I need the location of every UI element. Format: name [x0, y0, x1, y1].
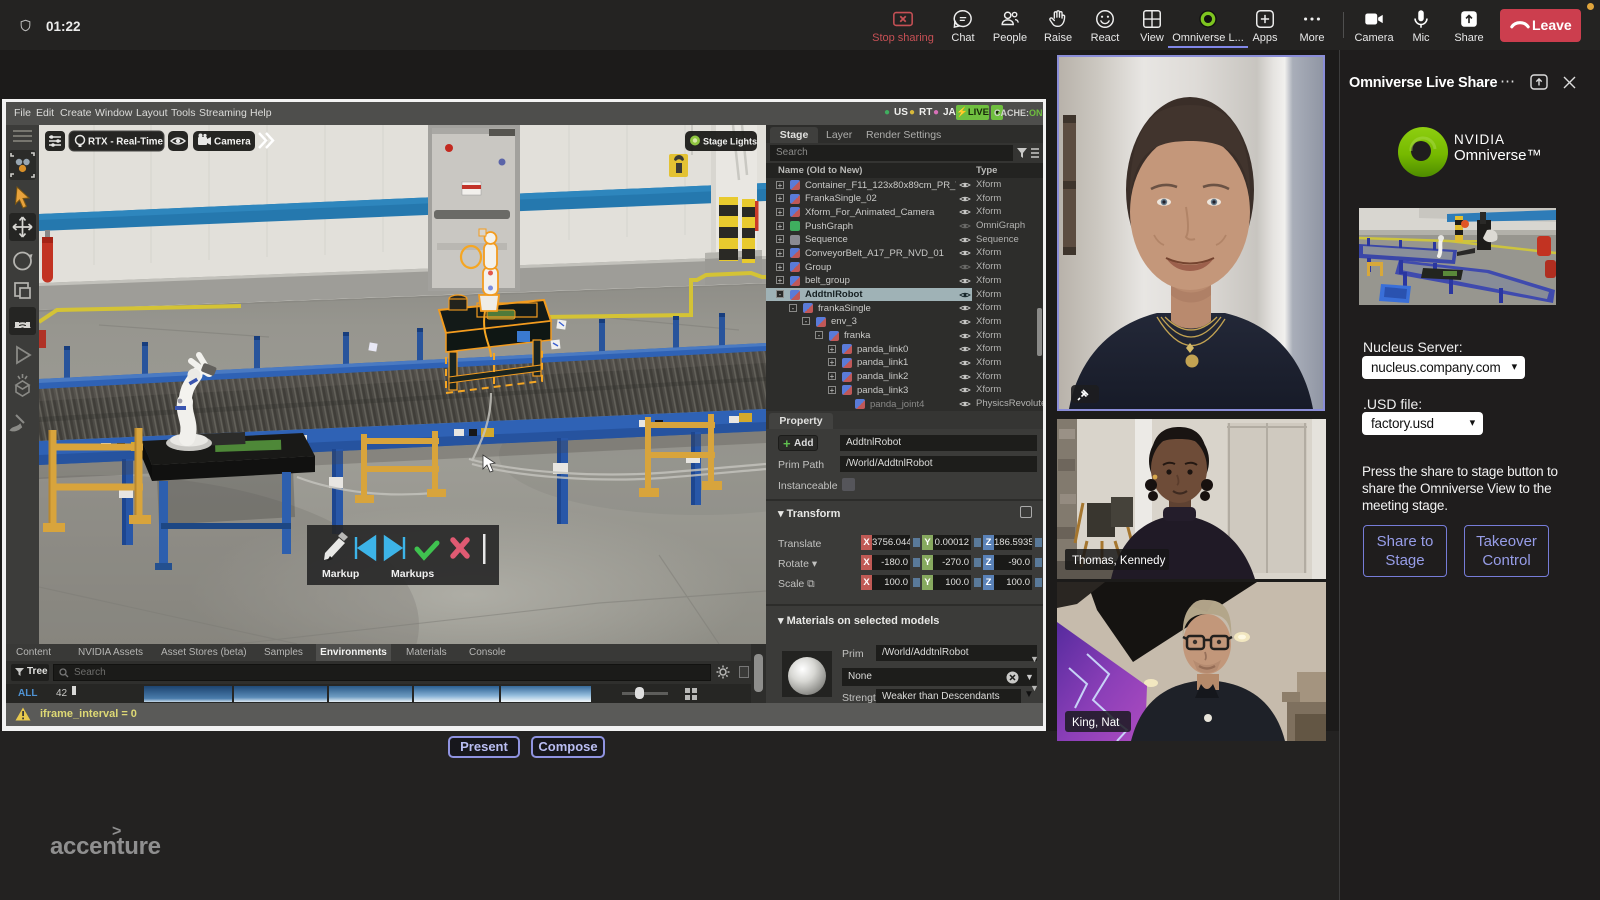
- svg-text:Markups: Markups: [391, 568, 434, 580]
- svg-text:RTX - Real-Time: RTX - Real-Time: [88, 137, 163, 148]
- svg-text:Camera: Camera: [214, 137, 251, 148]
- svg-text:Markup: Markup: [322, 568, 359, 580]
- svg-text:King, Nat: King, Nat: [1072, 717, 1120, 729]
- svg-text:Stage Lights: Stage Lights: [703, 137, 757, 147]
- svg-text:Thomas, Kennedy: Thomas, Kennedy: [1072, 555, 1166, 567]
